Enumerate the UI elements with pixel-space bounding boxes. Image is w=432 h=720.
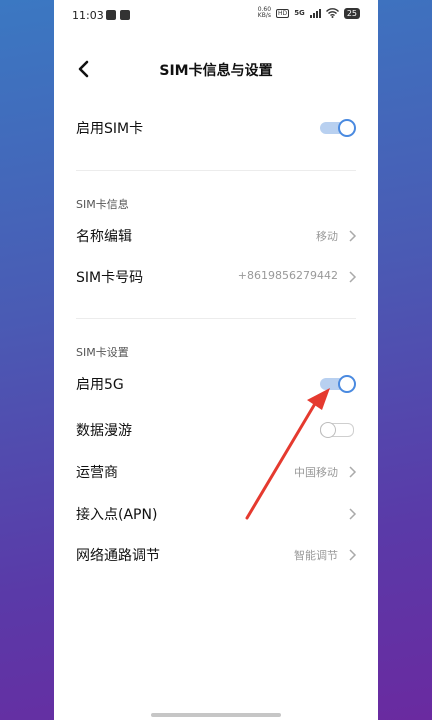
settings-screen: 11:03 0.60 KB/s HD 5G 25 SIM卡信息与设置 启用SIM… <box>54 0 378 720</box>
network-route-label: 网络通路调节 <box>76 548 160 564</box>
enable-5g-toggle[interactable] <box>320 375 356 393</box>
status-right: 0.60 KB/s HD 5G 25 <box>258 7 360 19</box>
carrier-label: 运营商 <box>76 465 118 481</box>
network-type: 5G <box>294 9 305 17</box>
signal-icon <box>309 8 321 18</box>
sim-info-section-title: SIM卡信息 <box>76 198 129 211</box>
name-edit-row[interactable]: 名称编辑 移动 <box>54 216 378 256</box>
network-route-row[interactable]: 网络通路调节 智能调节 <box>54 535 378 575</box>
sim-number-label: SIM卡号码 <box>76 270 144 286</box>
enable-sim-toggle[interactable] <box>320 119 356 137</box>
sim-settings-section-title: SIM卡设置 <box>76 346 129 359</box>
divider <box>76 170 356 171</box>
status-bar: 11:03 0.60 KB/s HD 5G 25 <box>54 0 378 30</box>
enable-5g-row[interactable]: 启用5G <box>54 364 378 404</box>
page-title: SIM卡信息与设置 <box>159 63 273 79</box>
hd-badge: HD <box>276 8 290 18</box>
enable-sim-label: 启用SIM卡 <box>76 121 144 137</box>
chevron-right-icon <box>349 271 357 283</box>
divider <box>76 318 356 319</box>
network-route-value: 智能调节 <box>294 549 338 562</box>
status-time: 11:03 <box>72 9 104 22</box>
sim-number-value: +8619856279442 <box>237 269 338 282</box>
name-edit-value: 移动 <box>316 230 338 243</box>
chevron-right-icon <box>349 230 357 242</box>
gallery-icon <box>120 10 130 20</box>
enable-5g-label: 启用5G <box>76 377 124 393</box>
battery-indicator: 25 <box>343 7 360 19</box>
carrier-value: 中国移动 <box>294 466 338 479</box>
wifi-icon <box>325 8 339 18</box>
notification-icon <box>106 10 116 20</box>
data-roaming-toggle[interactable] <box>320 421 356 439</box>
enable-sim-row[interactable]: 启用SIM卡 <box>54 108 378 148</box>
chevron-right-icon <box>349 466 357 478</box>
chevron-right-icon <box>349 549 357 561</box>
page-header: SIM卡信息与设置 <box>54 55 378 83</box>
chevron-right-icon <box>349 508 357 520</box>
home-indicator[interactable] <box>151 713 281 717</box>
carrier-row[interactable]: 运营商 中国移动 <box>54 452 378 492</box>
sim-number-row[interactable]: SIM卡号码 +8619856279442 <box>54 257 378 297</box>
data-roaming-label: 数据漫游 <box>76 423 132 439</box>
data-roaming-row[interactable]: 数据漫游 <box>54 410 378 450</box>
apn-label: 接入点(APN) <box>76 507 158 523</box>
name-edit-label: 名称编辑 <box>76 229 132 245</box>
apn-row[interactable]: 接入点(APN) <box>54 494 378 534</box>
net-speed: 0.60 KB/s <box>257 6 272 19</box>
